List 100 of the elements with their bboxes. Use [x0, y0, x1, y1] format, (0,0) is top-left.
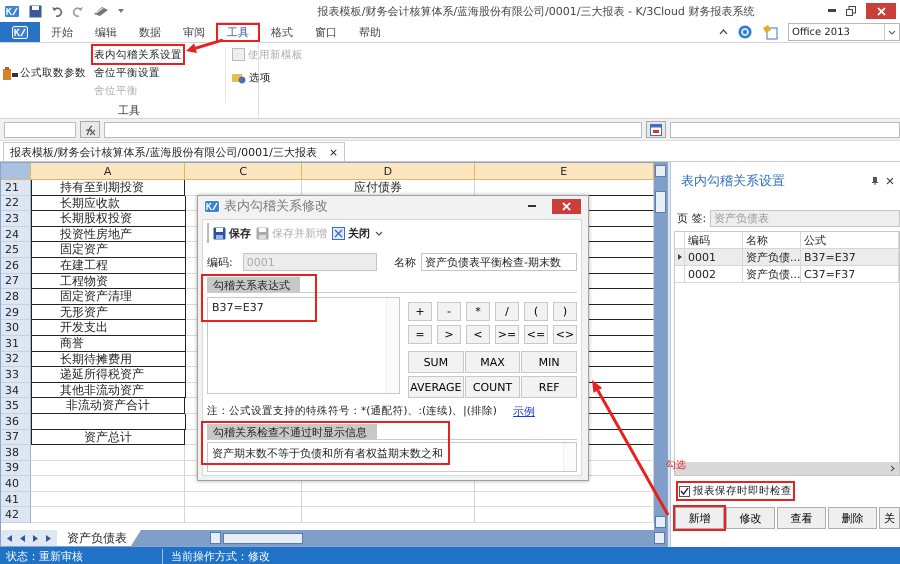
ribbon-tab[interactable]: 数据	[128, 22, 172, 42]
operator-button[interactable]: <>	[553, 325, 577, 344]
operator-button[interactable]: >=	[495, 325, 519, 344]
caret-icon	[888, 30, 896, 34]
formula-button[interactable]	[80, 121, 100, 138]
close-icon	[562, 202, 571, 210]
table-cell[interactable]: 资产负债...	[743, 266, 801, 283]
panel-button[interactable]: 修改	[726, 507, 775, 529]
table-cell: 工程物资	[30, 274, 186, 290]
dialog-title: 表内勾稽关系修改	[224, 198, 329, 215]
ribbon-item[interactable]: 舍位平衡设置	[94, 65, 182, 80]
ribbon-tab[interactable]: 工具	[216, 22, 260, 43]
status-text: 状态：重新审核	[0, 549, 163, 564]
message-field[interactable]: 资产期末数不等于负债和所有者权益期末数之和	[207, 442, 577, 472]
save-icon[interactable]	[29, 4, 42, 18]
function-button[interactable]: AVERAGE	[408, 376, 464, 398]
scroll-right-icon[interactable]	[890, 465, 895, 472]
dropdown-icon[interactable]	[118, 9, 124, 13]
table-cell[interactable]: 0001	[685, 249, 743, 266]
operator-button[interactable]: )	[553, 302, 577, 321]
table-cell: 在建工程	[30, 258, 186, 274]
function-button[interactable]: MIN	[521, 351, 577, 373]
ribbon-tab[interactable]: 编辑	[84, 22, 128, 42]
function-button[interactable]: MAX	[464, 351, 520, 373]
table-cell: 无形资产	[30, 304, 186, 320]
panel-button[interactable]: 删除	[828, 507, 877, 529]
operator-button[interactable]: >	[437, 325, 461, 344]
ribbon-item[interactable]: 表内勾稽关系设置	[94, 47, 182, 62]
name-field[interactable]: 资产负债表平衡检查-期末数	[421, 253, 577, 271]
row-number: 22	[1, 196, 31, 212]
example-link[interactable]: 示例	[513, 404, 535, 418]
function-button[interactable]: REF	[521, 376, 577, 398]
document-tab[interactable]: 报表模板/财务会计核算体系/蓝海股份有限公司/0001/三大报表 ×	[3, 142, 346, 161]
undo-icon[interactable]	[51, 5, 63, 17]
table-cell[interactable]: 资产负债...	[743, 249, 801, 266]
expression-field[interactable]: B37=E37	[207, 297, 400, 394]
column-header[interactable]: C	[185, 163, 302, 180]
table-cell[interactable]: C37=F37	[801, 266, 899, 283]
operator-button[interactable]: +	[408, 302, 432, 321]
pin-icon[interactable]	[872, 177, 878, 185]
status-text: 当前操作方式：修改	[170, 549, 271, 564]
close-button[interactable]	[866, 3, 896, 19]
brush-icon[interactable]	[93, 6, 109, 16]
paint-icon[interactable]	[762, 24, 778, 40]
operator-button[interactable]: (	[524, 302, 548, 321]
restore-icon[interactable]	[846, 6, 856, 16]
function-button[interactable]: SUM	[408, 351, 464, 373]
collapse-icon[interactable]	[719, 29, 728, 35]
field-label: 名称	[394, 254, 416, 270]
minimize-icon[interactable]	[828, 9, 836, 13]
theme-select[interactable]: Office 2013	[788, 23, 900, 41]
row-number: 27	[1, 274, 31, 290]
text-input[interactable]	[670, 122, 900, 138]
row-number: 31	[1, 336, 31, 352]
operator-button[interactable]: =	[408, 325, 432, 344]
column-header[interactable]: A	[30, 163, 186, 180]
vertical-scrollbar[interactable]	[654, 163, 667, 530]
operator-button[interactable]: <	[466, 325, 490, 344]
operator-button[interactable]: /	[495, 302, 519, 321]
toolbar-button[interactable]: 关闭	[332, 226, 370, 240]
table-cell[interactable]: B37=E37	[801, 249, 899, 266]
file-tab[interactable]	[0, 22, 40, 42]
panel-button[interactable]: 新增	[675, 507, 724, 529]
group-label: 工具	[117, 103, 141, 118]
row-number: 34	[1, 382, 31, 398]
redo-icon[interactable]	[72, 5, 84, 17]
sheet-tab[interactable]: 资产负债表	[57, 530, 141, 546]
help-icon[interactable]	[738, 25, 752, 39]
table-cell: 投资性房地产	[30, 226, 186, 242]
checkbox[interactable]: 报表保存时即时检查	[679, 484, 792, 498]
panel-button[interactable]: 查看	[777, 507, 826, 529]
column-header[interactable]: D	[302, 163, 475, 180]
annotation-label: 勾选	[666, 458, 686, 472]
table-cell[interactable]: 0002	[685, 266, 743, 283]
function-icon	[84, 124, 96, 136]
table-cell: 资产总计	[30, 430, 186, 446]
template-icon	[232, 48, 245, 61]
operator-button[interactable]: -	[437, 302, 461, 321]
column-header[interactable]: E	[474, 163, 654, 180]
dropdown-icon[interactable]	[375, 230, 383, 236]
operator-button[interactable]: <=	[524, 325, 548, 344]
close-icon[interactable]	[886, 177, 894, 185]
panel-button[interactable]: 关	[879, 507, 900, 529]
formula-params-button[interactable]: 公式取数参数	[3, 66, 86, 80]
horizontal-scrollbar[interactable]	[208, 530, 667, 546]
ribbon-tab[interactable]: 窗口	[304, 22, 348, 42]
ribbon-item[interactable]: 选项	[232, 70, 303, 85]
ribbon-tab[interactable]: 开始	[40, 22, 84, 42]
function-button[interactable]: COUNT	[464, 376, 520, 398]
row-number: 38	[1, 445, 31, 461]
calendar-button[interactable]	[646, 121, 666, 138]
ribbon-tab[interactable]: 审阅	[172, 22, 216, 42]
ribbon-tab[interactable]: 格式	[260, 22, 304, 42]
toolbar-button[interactable]: 保存	[213, 226, 251, 240]
operator-button[interactable]: *	[466, 302, 490, 321]
close-icon	[332, 226, 345, 240]
ribbon-tab[interactable]: 帮助	[348, 22, 392, 42]
close-button[interactable]	[552, 198, 581, 214]
logo-icon	[204, 200, 220, 212]
formula-input[interactable]	[104, 122, 642, 138]
